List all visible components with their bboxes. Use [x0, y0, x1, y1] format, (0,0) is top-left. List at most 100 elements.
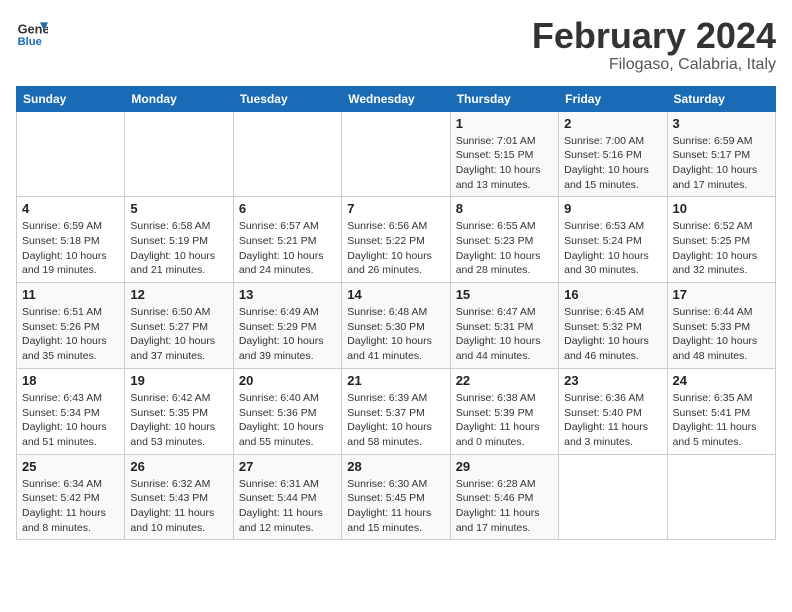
day-number: 13: [239, 287, 336, 302]
day-number: 24: [673, 373, 770, 388]
day-info: Sunrise: 6:59 AMSunset: 5:18 PMDaylight:…: [22, 219, 119, 278]
calendar-title: February 2024: [532, 16, 776, 56]
day-info: Sunrise: 6:56 AMSunset: 5:22 PMDaylight:…: [347, 219, 444, 278]
day-cell: 13 Sunrise: 6:49 AMSunset: 5:29 PMDayligh…: [233, 283, 341, 369]
day-number: 12: [130, 287, 227, 302]
header-cell-monday: Monday: [125, 86, 233, 111]
day-number: 25: [22, 459, 119, 474]
calendar-table: SundayMondayTuesdayWednesdayThursdayFrid…: [16, 86, 776, 541]
day-cell: 25 Sunrise: 6:34 AMSunset: 5:42 PMDayligh…: [17, 454, 125, 540]
day-info: Sunrise: 6:57 AMSunset: 5:21 PMDaylight:…: [239, 219, 336, 278]
day-cell: 16 Sunrise: 6:45 AMSunset: 5:32 PMDayligh…: [559, 283, 667, 369]
logo-icon: General Blue: [16, 16, 48, 48]
svg-text:Blue: Blue: [18, 36, 42, 48]
day-cell: 20 Sunrise: 6:40 AMSunset: 5:36 PMDayligh…: [233, 368, 341, 454]
day-info: Sunrise: 6:34 AMSunset: 5:42 PMDaylight:…: [22, 477, 119, 536]
day-number: 8: [456, 201, 553, 216]
day-info: Sunrise: 6:47 AMSunset: 5:31 PMDaylight:…: [456, 305, 553, 364]
day-info: Sunrise: 6:35 AMSunset: 5:41 PMDaylight:…: [673, 391, 770, 450]
day-info: Sunrise: 6:38 AMSunset: 5:39 PMDaylight:…: [456, 391, 553, 450]
day-number: 5: [130, 201, 227, 216]
day-cell: 7 Sunrise: 6:56 AMSunset: 5:22 PMDaylight…: [342, 197, 450, 283]
day-info: Sunrise: 6:30 AMSunset: 5:45 PMDaylight:…: [347, 477, 444, 536]
header-row: SundayMondayTuesdayWednesdayThursdayFrid…: [17, 86, 776, 111]
calendar-subtitle: Filogaso, Calabria, Italy: [532, 56, 776, 74]
day-number: 1: [456, 116, 553, 131]
day-info: Sunrise: 6:52 AMSunset: 5:25 PMDaylight:…: [673, 219, 770, 278]
week-row-4: 18 Sunrise: 6:43 AMSunset: 5:34 PMDayligh…: [17, 368, 776, 454]
day-cell: 3 Sunrise: 6:59 AMSunset: 5:17 PMDaylight…: [667, 111, 775, 197]
day-cell: 12 Sunrise: 6:50 AMSunset: 5:27 PMDayligh…: [125, 283, 233, 369]
day-info: Sunrise: 6:42 AMSunset: 5:35 PMDaylight:…: [130, 391, 227, 450]
day-info: Sunrise: 6:50 AMSunset: 5:27 PMDaylight:…: [130, 305, 227, 364]
day-number: 23: [564, 373, 661, 388]
day-cell: 8Sunrise: 6:55 AMSunset: 5:23 PMDaylight…: [450, 197, 558, 283]
day-number: 11: [22, 287, 119, 302]
day-cell: 1 Sunrise: 7:01 AMSunset: 5:15 PMDaylight…: [450, 111, 558, 197]
day-number: 14: [347, 287, 444, 302]
day-cell: 5 Sunrise: 6:58 AMSunset: 5:19 PMDaylight…: [125, 197, 233, 283]
day-cell: 17 Sunrise: 6:44 AMSunset: 5:33 PMDayligh…: [667, 283, 775, 369]
logo: General Blue: [16, 16, 48, 48]
day-cell: 2 Sunrise: 7:00 AMSunset: 5:16 PMDaylight…: [559, 111, 667, 197]
page-header: General Blue February 2024 Filogaso, Cal…: [16, 16, 776, 74]
day-cell: 27Sunrise: 6:31 AMSunset: 5:44 PMDayligh…: [233, 454, 341, 540]
week-row-2: 4 Sunrise: 6:59 AMSunset: 5:18 PMDaylight…: [17, 197, 776, 283]
day-number: 10: [673, 201, 770, 216]
day-cell: 15Sunrise: 6:47 AMSunset: 5:31 PMDayligh…: [450, 283, 558, 369]
day-info: Sunrise: 6:49 AMSunset: 5:29 PMDaylight:…: [239, 305, 336, 364]
day-number: 29: [456, 459, 553, 474]
day-number: 2: [564, 116, 661, 131]
day-number: 18: [22, 373, 119, 388]
week-row-3: 11 Sunrise: 6:51 AMSunset: 5:26 PMDayligh…: [17, 283, 776, 369]
day-info: Sunrise: 6:43 AMSunset: 5:34 PMDaylight:…: [22, 391, 119, 450]
title-block: February 2024 Filogaso, Calabria, Italy: [532, 16, 776, 74]
day-info: Sunrise: 7:00 AMSunset: 5:16 PMDaylight:…: [564, 134, 661, 193]
day-number: 9: [564, 201, 661, 216]
day-info: Sunrise: 6:53 AMSunset: 5:24 PMDaylight:…: [564, 219, 661, 278]
day-number: 4: [22, 201, 119, 216]
day-number: 26: [130, 459, 227, 474]
header-cell-wednesday: Wednesday: [342, 86, 450, 111]
day-info: Sunrise: 6:45 AMSunset: 5:32 PMDaylight:…: [564, 305, 661, 364]
day-number: 6: [239, 201, 336, 216]
day-cell: 18 Sunrise: 6:43 AMSunset: 5:34 PMDayligh…: [17, 368, 125, 454]
day-cell: 10 Sunrise: 6:52 AMSunset: 5:25 PMDayligh…: [667, 197, 775, 283]
day-info: Sunrise: 7:01 AMSunset: 5:15 PMDaylight:…: [456, 134, 553, 193]
day-number: 27: [239, 459, 336, 474]
day-number: 20: [239, 373, 336, 388]
day-cell: 21Sunrise: 6:39 AMSunset: 5:37 PMDayligh…: [342, 368, 450, 454]
day-info: Sunrise: 6:59 AMSunset: 5:17 PMDaylight:…: [673, 134, 770, 193]
header-cell-thursday: Thursday: [450, 86, 558, 111]
day-info: Sunrise: 6:28 AMSunset: 5:46 PMDaylight:…: [456, 477, 553, 536]
week-row-1: 1 Sunrise: 7:01 AMSunset: 5:15 PMDaylight…: [17, 111, 776, 197]
day-cell: 9 Sunrise: 6:53 AMSunset: 5:24 PMDaylight…: [559, 197, 667, 283]
day-info: Sunrise: 6:51 AMSunset: 5:26 PMDaylight:…: [22, 305, 119, 364]
day-number: 16: [564, 287, 661, 302]
header-cell-tuesday: Tuesday: [233, 86, 341, 111]
day-info: Sunrise: 6:58 AMSunset: 5:19 PMDaylight:…: [130, 219, 227, 278]
day-cell: [559, 454, 667, 540]
day-number: 28: [347, 459, 444, 474]
day-info: Sunrise: 6:44 AMSunset: 5:33 PMDaylight:…: [673, 305, 770, 364]
day-number: 3: [673, 116, 770, 131]
day-cell: 26 Sunrise: 6:32 AMSunset: 5:43 PMDayligh…: [125, 454, 233, 540]
day-info: Sunrise: 6:32 AMSunset: 5:43 PMDaylight:…: [130, 477, 227, 536]
day-number: 17: [673, 287, 770, 302]
day-cell: 6 Sunrise: 6:57 AMSunset: 5:21 PMDaylight…: [233, 197, 341, 283]
day-cell: 23 Sunrise: 6:36 AMSunset: 5:40 PMDayligh…: [559, 368, 667, 454]
header-cell-friday: Friday: [559, 86, 667, 111]
day-cell: 24 Sunrise: 6:35 AMSunset: 5:41 PMDayligh…: [667, 368, 775, 454]
header-cell-saturday: Saturday: [667, 86, 775, 111]
day-cell: [233, 111, 341, 197]
day-info: Sunrise: 6:48 AMSunset: 5:30 PMDaylight:…: [347, 305, 444, 364]
day-number: 7: [347, 201, 444, 216]
day-cell: 14 Sunrise: 6:48 AMSunset: 5:30 PMDayligh…: [342, 283, 450, 369]
header-cell-sunday: Sunday: [17, 86, 125, 111]
day-info: Sunrise: 6:40 AMSunset: 5:36 PMDaylight:…: [239, 391, 336, 450]
day-info: Sunrise: 6:39 AMSunset: 5:37 PMDaylight:…: [347, 391, 444, 450]
day-cell: 11 Sunrise: 6:51 AMSunset: 5:26 PMDayligh…: [17, 283, 125, 369]
day-cell: [125, 111, 233, 197]
day-cell: 29 Sunrise: 6:28 AMSunset: 5:46 PMDayligh…: [450, 454, 558, 540]
day-info: Sunrise: 6:36 AMSunset: 5:40 PMDaylight:…: [564, 391, 661, 450]
